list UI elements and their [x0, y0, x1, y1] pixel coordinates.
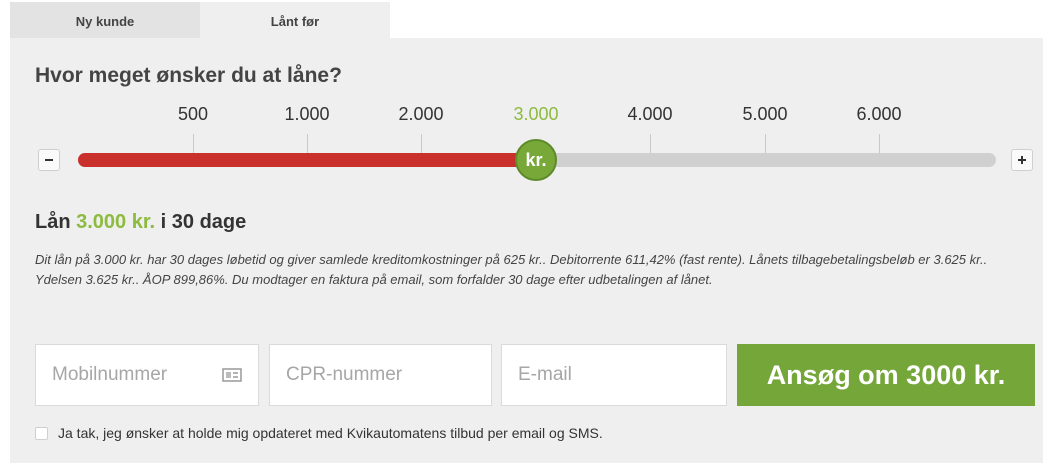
decrease-amount-button[interactable] — [38, 149, 60, 171]
minus-icon — [45, 159, 53, 161]
loan-calculator-panel: Hvor meget ønsker du at låne? 500 1.000 … — [10, 38, 1043, 463]
loan-summary-prefix: Lån — [35, 211, 71, 233]
mobile-number-placeholder: Mobilnummer — [52, 364, 168, 385]
tick-label-1000[interactable]: 1.000 — [284, 104, 329, 125]
cpr-number-placeholder: CPR-nummer — [286, 364, 403, 385]
apply-button[interactable]: Ansøg om 3000 kr. — [737, 344, 1035, 406]
tick-label-4000[interactable]: 4.000 — [627, 104, 672, 125]
id-card-icon — [222, 368, 242, 382]
slider-thumb[interactable]: kr. — [515, 139, 557, 181]
email-field[interactable]: E-mail — [501, 344, 727, 406]
slider-fill — [78, 153, 536, 167]
cpr-number-field[interactable]: CPR-nummer — [269, 344, 492, 406]
newsletter-consent-checkbox[interactable] — [35, 426, 48, 440]
tick-label-2000[interactable]: 2.000 — [398, 104, 443, 125]
loan-terms-text: Dit lån på 3.000 kr. har 30 dages løbeti… — [35, 252, 988, 287]
newsletter-consent-label[interactable]: Ja tak, jeg ønsker at holde mig opdatere… — [58, 425, 603, 441]
tick-label-5000[interactable]: 5.000 — [742, 104, 787, 125]
increase-amount-button[interactable] — [1011, 149, 1033, 171]
loan-summary-amount: 3.000 kr. — [76, 211, 156, 233]
newsletter-consent: Ja tak, jeg ønsker at holde mig opdatere… — [35, 425, 603, 441]
mobile-number-field[interactable]: Mobilnummer — [35, 344, 259, 406]
tick-label-500[interactable]: 500 — [178, 104, 208, 125]
plus-icon — [1018, 156, 1026, 164]
tab-new-customer[interactable]: Ny kunde — [10, 2, 200, 40]
tab-bar: Ny kunde Lånt før — [10, 2, 390, 40]
tick-label-3000[interactable]: 3.000 — [513, 104, 558, 125]
loan-summary: Lån 3.000 kr. i 30 dage — [35, 211, 246, 234]
loan-summary-suffix: i 30 dage — [160, 211, 247, 233]
email-placeholder: E-mail — [518, 364, 572, 385]
page-title: Hvor meget ønsker du at låne? — [35, 64, 342, 87]
tab-borrowed-before[interactable]: Lånt før — [200, 2, 390, 40]
tick-label-6000[interactable]: 6.000 — [856, 104, 901, 125]
